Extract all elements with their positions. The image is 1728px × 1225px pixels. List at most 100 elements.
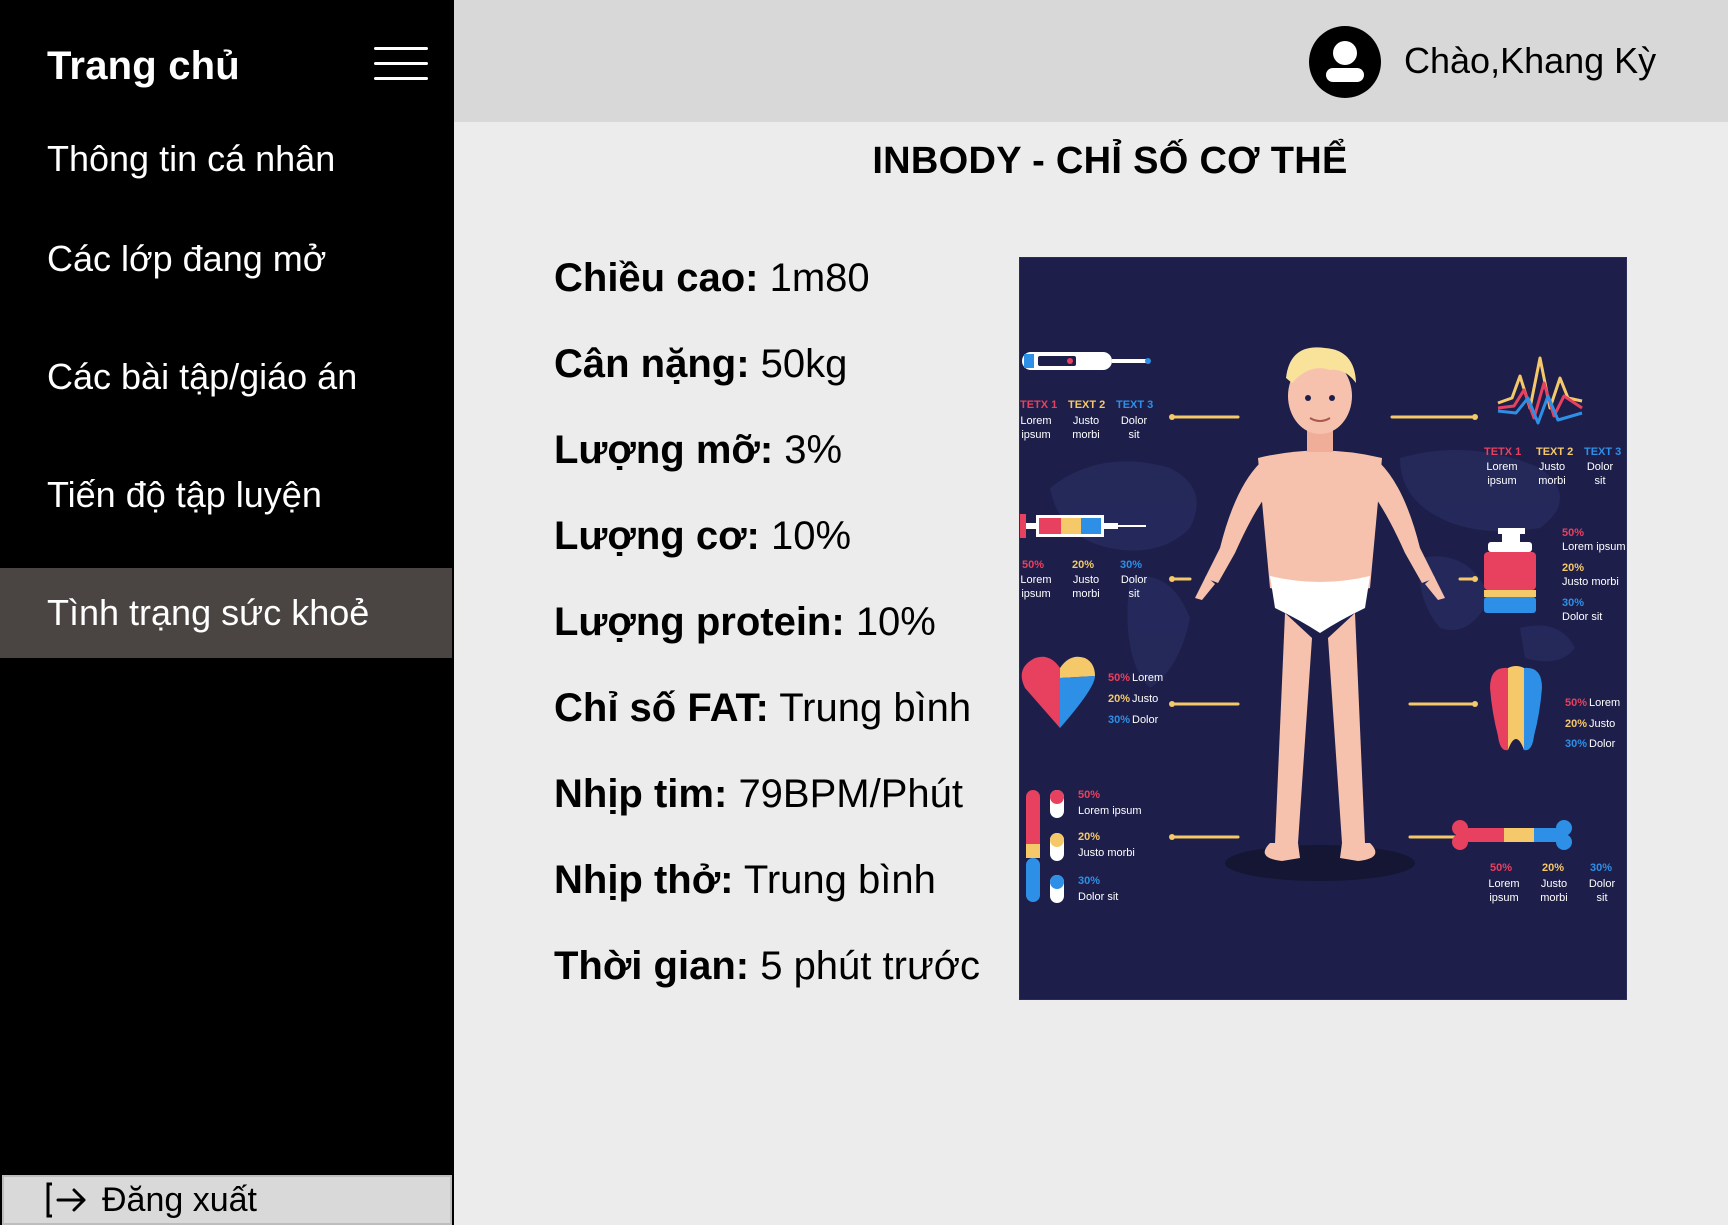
stat-weight: Cân nặng: 50kg bbox=[554, 342, 1014, 428]
svg-text:30%: 30% bbox=[1590, 862, 1612, 874]
tl-text2: TEXT 2 bbox=[1068, 399, 1105, 411]
svg-text:Lorem: Lorem bbox=[1589, 697, 1620, 709]
svg-text:morbi: morbi bbox=[1540, 892, 1568, 904]
stat-fat: Lượng mỡ: 3% bbox=[554, 428, 1014, 514]
svg-text:20%: 20% bbox=[1078, 831, 1100, 843]
svg-text:Dolor sit: Dolor sit bbox=[1562, 611, 1602, 623]
body-infographic-image: TETX 1 TEXT 2 TEXT 3 Lorem ipsum Justo m… bbox=[1019, 257, 1627, 1000]
svg-text:20%: 20% bbox=[1565, 718, 1587, 730]
sidebar-item-personal-info[interactable]: Thông tin cá nhân bbox=[0, 120, 452, 200]
svg-text:Dolor: Dolor bbox=[1121, 574, 1148, 586]
tl-text1: TETX 1 bbox=[1020, 399, 1057, 411]
svg-text:Dolor: Dolor bbox=[1587, 461, 1614, 473]
pills-icon bbox=[1026, 790, 1064, 903]
sidebar: Trang chủ Thông tin cá nhân Các lớp đang… bbox=[0, 0, 454, 1225]
sidebar-item-health-status[interactable]: Tình trạng sức khoẻ bbox=[0, 568, 452, 658]
stat-value: 10% bbox=[770, 514, 852, 558]
svg-text:20%: 20% bbox=[1072, 559, 1094, 571]
stat-label: Nhịp thở: bbox=[554, 858, 734, 902]
stat-value: 3% bbox=[784, 428, 843, 472]
brand-title[interactable]: Trang chủ bbox=[47, 44, 240, 89]
svg-text:Justo: Justo bbox=[1539, 461, 1565, 473]
svg-text:Lorem ipsum: Lorem ipsum bbox=[1078, 805, 1142, 817]
top-header: Chào,Khang Kỳ bbox=[454, 0, 1728, 122]
sidebar-nav: Thông tin cá nhân Các lớp đang mở Các bà… bbox=[0, 120, 452, 658]
svg-text:TEXT 2: TEXT 2 bbox=[1536, 446, 1573, 458]
svg-text:Dolor: Dolor bbox=[1121, 415, 1148, 427]
logout-icon bbox=[46, 1182, 86, 1218]
stat-label: Chiều cao: bbox=[554, 256, 759, 300]
stat-muscle: Lượng cơ: 10% bbox=[554, 514, 1014, 600]
hamburger-menu-icon[interactable] bbox=[374, 47, 428, 81]
body-stats-list: Chiều cao: 1m80 Cân nặng: 50kg Lượng mỡ:… bbox=[554, 256, 1014, 1030]
svg-text:Justo: Justo bbox=[1589, 718, 1615, 730]
svg-text:50%: 50% bbox=[1490, 862, 1512, 874]
svg-text:30%: 30% bbox=[1562, 597, 1584, 609]
sidebar-item-training-progress[interactable]: Tiến độ tập luyện bbox=[0, 436, 452, 554]
stat-label: Lượng cơ: bbox=[554, 514, 760, 558]
thermometer-icon bbox=[1022, 352, 1151, 370]
page-title: INBODY - CHỈ SỐ CƠ THỂ bbox=[872, 140, 1348, 182]
svg-text:50%: 50% bbox=[1022, 559, 1044, 571]
heart-icon bbox=[1021, 656, 1095, 728]
stat-label: Nhịp tim: bbox=[554, 772, 728, 816]
stat-time: Thời gian: 5 phút trước bbox=[554, 944, 1014, 1030]
user-avatar-icon[interactable] bbox=[1309, 26, 1381, 98]
stat-label: Thời gian: bbox=[554, 944, 750, 988]
bone-icon bbox=[1452, 820, 1572, 850]
svg-text:TETX 1: TETX 1 bbox=[1484, 446, 1521, 458]
stat-label: Cân nặng: bbox=[554, 342, 750, 386]
svg-text:Dolor: Dolor bbox=[1589, 878, 1616, 890]
svg-text:20%: 20% bbox=[1542, 862, 1564, 874]
tl-text3: TEXT 3 bbox=[1116, 399, 1153, 411]
svg-text:morbi: morbi bbox=[1072, 588, 1100, 600]
svg-text:20%: 20% bbox=[1562, 562, 1584, 574]
svg-text:ipsum: ipsum bbox=[1487, 475, 1516, 487]
svg-text:morbi: morbi bbox=[1072, 429, 1100, 441]
svg-text:Lorem: Lorem bbox=[1132, 672, 1163, 684]
svg-text:Justo: Justo bbox=[1132, 693, 1158, 705]
logout-button[interactable]: Đăng xuất bbox=[2, 1175, 452, 1225]
svg-text:ipsum: ipsum bbox=[1021, 429, 1050, 441]
sidebar-item-exercises[interactable]: Các bài tập/giáo án bbox=[0, 318, 452, 436]
svg-text:Dolor: Dolor bbox=[1589, 738, 1616, 750]
stat-label: Chỉ số FAT: bbox=[554, 686, 769, 730]
stat-value: 79BPM/Phút bbox=[738, 772, 964, 816]
svg-text:Lorem: Lorem bbox=[1486, 461, 1517, 473]
stat-value: 5 phút trước bbox=[760, 944, 980, 988]
stat-heart-rate: Nhịp tim: 79BPM/Phút bbox=[554, 772, 1014, 858]
svg-text:TEXT 3: TEXT 3 bbox=[1584, 446, 1621, 458]
svg-text:Justo morbi: Justo morbi bbox=[1078, 847, 1135, 859]
stat-value: Trung bình bbox=[779, 686, 972, 730]
svg-text:Dolor: Dolor bbox=[1132, 714, 1159, 726]
bottle-icon bbox=[1484, 528, 1536, 613]
sidebar-item-open-classes[interactable]: Các lớp đang mở bbox=[0, 200, 452, 318]
svg-text:50%: 50% bbox=[1562, 527, 1584, 539]
stat-value: Trung bình bbox=[743, 858, 936, 902]
svg-text:30%: 30% bbox=[1565, 738, 1587, 750]
svg-text:ipsum: ipsum bbox=[1489, 892, 1518, 904]
svg-text:Dolor sit: Dolor sit bbox=[1078, 891, 1118, 903]
stat-value: 10% bbox=[855, 600, 936, 644]
svg-text:Lorem: Lorem bbox=[1020, 415, 1051, 427]
stat-protein: Lượng protein: 10% bbox=[554, 600, 1014, 686]
svg-text:50%: 50% bbox=[1565, 697, 1587, 709]
svg-text:Justo: Justo bbox=[1073, 415, 1099, 427]
svg-text:sit: sit bbox=[1595, 475, 1606, 487]
svg-text:ipsum: ipsum bbox=[1021, 588, 1050, 600]
user-greeting: Chào,Khang Kỳ bbox=[1404, 40, 1657, 81]
stat-value: 1m80 bbox=[769, 256, 870, 300]
svg-text:Justo: Justo bbox=[1073, 574, 1099, 586]
svg-text:50%: 50% bbox=[1108, 672, 1130, 684]
svg-text:Justo: Justo bbox=[1541, 878, 1567, 890]
svg-text:sit: sit bbox=[1597, 892, 1608, 904]
svg-text:morbi: morbi bbox=[1538, 475, 1566, 487]
stat-label: Lượng mỡ: bbox=[554, 428, 774, 472]
svg-text:30%: 30% bbox=[1108, 714, 1130, 726]
heartbeat-graph-icon bbox=[1497, 356, 1583, 425]
svg-text:sit: sit bbox=[1129, 429, 1140, 441]
svg-text:sit: sit bbox=[1129, 588, 1140, 600]
svg-text:Lorem: Lorem bbox=[1488, 878, 1519, 890]
svg-text:Justo morbi: Justo morbi bbox=[1562, 576, 1619, 588]
stat-fat-index: Chỉ số FAT: Trung bình bbox=[554, 686, 1014, 772]
